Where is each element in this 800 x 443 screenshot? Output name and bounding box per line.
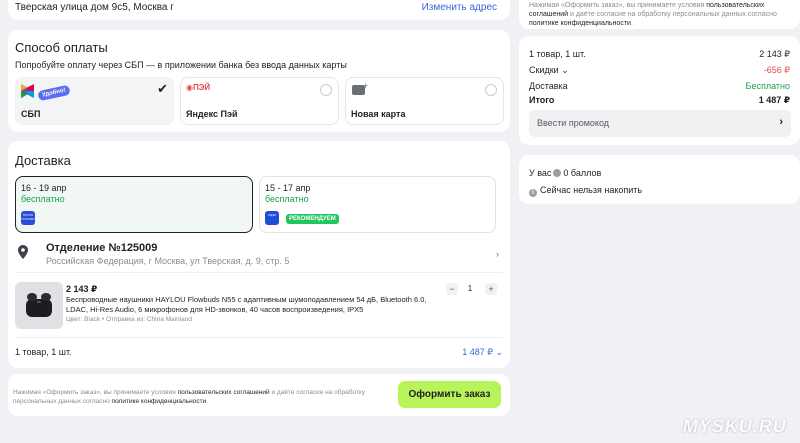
- delivery-dates: 16 - 19 апр: [21, 183, 67, 193]
- change-address-link[interactable]: Изменить адрес: [422, 2, 497, 13]
- promo-code-button[interactable]: Ввести промокод ›: [529, 110, 791, 137]
- payment-option-label: Яндекс Пэй: [186, 109, 238, 119]
- cdek-logo: СДЭК: [265, 211, 279, 225]
- product-meta: Цвет: Black • Отправка из: China Mainlan…: [66, 316, 192, 323]
- summary-delivery-value: Бесплатно: [745, 81, 790, 91]
- watermark-logo: MYSKU.RU: [681, 416, 789, 436]
- summary-items-label: 1 товар, 1 шт.: [529, 49, 586, 59]
- chevron-down-icon: ⌄: [558, 65, 569, 75]
- place-order-button[interactable]: Оформить заказ: [398, 381, 501, 408]
- summary-items-value: 2 143 ₽: [759, 49, 790, 59]
- product-image[interactable]: [15, 282, 63, 329]
- summary-total-value: 1 487 ₽: [758, 95, 790, 105]
- items-summary: 1 товар, 1 шт.: [15, 347, 72, 357]
- branch-title: Отделение №125009: [46, 242, 158, 254]
- earbuds-icon: [26, 293, 52, 317]
- sidebar-terms: Нажимая «Оформить заказ», вы принимаете …: [529, 1, 794, 28]
- privacy-policy-link[interactable]: политике конфиденциальности: [529, 20, 631, 27]
- points-value: 0 баллов: [563, 168, 602, 178]
- delivery-price: бесплатно: [265, 194, 309, 204]
- summary-items-row: 1 товар, 1 шт. 2 143 ₽: [529, 49, 790, 59]
- payment-option-yandex-pay[interactable]: ◉ПЭЙ Яндекс Пэй: [180, 77, 339, 125]
- quantity-value: 1: [467, 284, 473, 293]
- promo-code-label: Ввести промокод: [537, 118, 610, 128]
- russian-post-logo: ПОЧТА РОССИИ: [21, 211, 35, 225]
- payment-title: Способ оплаты: [15, 40, 108, 55]
- divider: [15, 272, 503, 273]
- payment-subtitle: Попробуйте оплату через СБП — в приложен…: [15, 60, 347, 70]
- points-balance-card: У вас 0 баллов i Сейчас нельзя накопить: [519, 155, 800, 204]
- recommended-badge: РЕКОМЕНДУЕМ: [286, 214, 339, 224]
- summary-discount-label: Скидки: [529, 65, 559, 75]
- payment-option-sbp[interactable]: ✔ СБП: [15, 77, 174, 125]
- order-footer: Нажимая «Оформить заказ», вы принимаете …: [8, 374, 510, 416]
- chevron-down-icon: ⌄: [495, 347, 503, 357]
- chevron-right-icon: ›: [496, 249, 499, 259]
- user-agreement-link[interactable]: пользовательских соглашений: [178, 389, 270, 396]
- items-total-toggle[interactable]: 1 487 ₽ ⌄: [462, 347, 503, 358]
- terms-text: Нажимая «Оформить заказ», вы принимаете …: [13, 389, 178, 396]
- radio-button[interactable]: [320, 84, 332, 96]
- summary-discount-row[interactable]: Скидки ⌄ -656 ₽: [529, 65, 790, 76]
- privacy-policy-link[interactable]: политике конфиденциальности: [112, 398, 207, 405]
- terms-text: и даёте согласие на обработку персональн…: [568, 11, 777, 18]
- delivery-address-text: Тверская улица дом 9с5, Москва г: [15, 2, 174, 13]
- yandex-pay-logo-text: ПЭЙ: [192, 83, 211, 92]
- payment-method-card: Способ оплаты Попробуйте оплату через СБ…: [8, 30, 510, 132]
- summary-total-row: Итого 1 487 ₽: [529, 95, 790, 105]
- branch-address: Российская Федерация, г Москва, ул Тверс…: [46, 256, 290, 266]
- product-name[interactable]: Беспроводные наушники HAYLOU Flowbuds N5…: [66, 295, 438, 315]
- terms-text: .: [206, 398, 209, 405]
- yandex-pay-icon: ◉ПЭЙ: [186, 83, 211, 92]
- delivery-option-cdek[interactable]: 15 - 17 апр бесплатно СДЭК РЕКОМЕНДУЕМ: [259, 176, 496, 233]
- summary-delivery-label: Доставка: [529, 81, 568, 91]
- points-note: i Сейчас нельзя накопить: [529, 185, 642, 197]
- payment-option-label: СБП: [21, 109, 41, 119]
- delivery-dates: 15 - 17 апр: [265, 183, 311, 193]
- info-icon: i: [529, 189, 537, 197]
- order-terms: Нажимая «Оформить заказ», вы принимаете …: [13, 388, 393, 406]
- terms-text: Нажимая «Оформить заказ», вы принимаете …: [529, 2, 707, 9]
- checkmark-icon: ✔: [157, 81, 168, 96]
- payment-option-label: Новая карта: [351, 109, 406, 119]
- decrease-quantity-button[interactable]: −: [446, 283, 458, 295]
- increase-quantity-button[interactable]: +: [485, 283, 497, 295]
- delivery-option-post[interactable]: 16 - 19 апр бесплатно ПОЧТА РОССИИ: [15, 176, 253, 233]
- summary-delivery-row: Доставка Бесплатно: [529, 81, 790, 91]
- delivery-title: Доставка: [15, 153, 71, 168]
- sbp-logo-icon: [21, 84, 34, 98]
- plus-icon: +: [363, 81, 369, 91]
- radio-button[interactable]: [485, 84, 497, 96]
- points-note-text: Сейчас нельзя накопить: [540, 185, 643, 195]
- points-balance: У вас 0 баллов: [529, 168, 601, 178]
- payment-option-new-card[interactable]: + Новая карта: [345, 77, 504, 125]
- product-price: 2 143 ₽: [66, 284, 98, 294]
- points-prefix: У вас: [529, 168, 552, 178]
- delivery-card: Доставка 16 - 19 апр бесплатно ПОЧТА РОС…: [8, 141, 510, 368]
- terms-text: .: [630, 20, 633, 27]
- delivery-address-card: Тверская улица дом 9с5, Москва г Изменит…: [8, 0, 510, 20]
- chevron-right-icon: ›: [779, 116, 783, 128]
- summary-discount-value: -656 ₽: [763, 65, 790, 75]
- order-summary-card: 1 товар, 1 шт. 2 143 ₽ Скидки ⌄ -656 ₽ Д…: [519, 36, 800, 145]
- location-pin-icon: [18, 245, 28, 259]
- delivery-price: бесплатно: [21, 194, 65, 204]
- items-total: 1 487 ₽: [462, 347, 493, 357]
- sidebar-terms-card: Нажимая «Оформить заказ», вы принимаете …: [519, 0, 800, 29]
- divider: [15, 337, 503, 338]
- summary-total-label: Итого: [529, 95, 555, 105]
- points-coin-icon: [553, 169, 562, 177]
